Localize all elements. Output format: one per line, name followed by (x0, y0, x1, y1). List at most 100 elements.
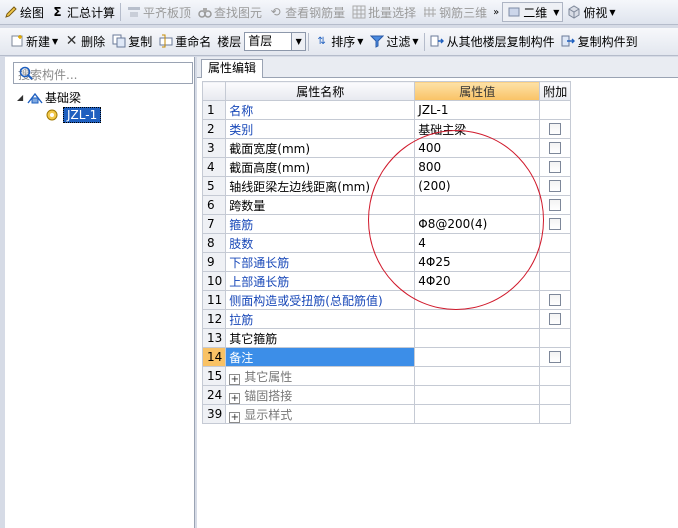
chevron-down-icon: ▼ (357, 37, 364, 46)
tab-bar: 属性编辑 (197, 57, 678, 78)
property-value[interactable] (414, 328, 541, 348)
expand-plus-icon[interactable]: + (229, 392, 241, 404)
floor-select[interactable]: 首层 ▼ (244, 32, 307, 52)
property-value[interactable]: 4 (414, 233, 541, 253)
property-value[interactable]: 800 (414, 157, 541, 177)
grid-header-row: 属性名称 属性值 附加 (201, 81, 572, 101)
view-top-dropdown[interactable]: 俯视 ▼ (563, 1, 618, 23)
copy-button[interactable]: 复制 (108, 31, 155, 53)
property-value[interactable]: 4Φ25 (414, 252, 541, 272)
copy-to-button[interactable]: 复制构件到 (558, 31, 641, 53)
gear-icon (45, 108, 61, 122)
table-row[interactable]: 10 上部通长筋 4Φ20 (201, 271, 572, 291)
row-number: 14 (201, 347, 227, 367)
table-row[interactable]: 11 侧面构造或受扭筋(总配筋值) (201, 290, 572, 310)
chevron-down-icon: ▼ (553, 7, 560, 17)
batch-select-button[interactable]: 批量选择 (348, 1, 419, 23)
sigma-icon: Σ (53, 4, 62, 19)
extra-checkbox-cell (539, 404, 572, 424)
extra-checkbox[interactable] (549, 161, 562, 173)
property-name: 上部通长筋 (225, 271, 416, 291)
property-value[interactable]: (200) (414, 176, 541, 196)
property-value[interactable] (414, 309, 541, 329)
extra-checkbox-cell (539, 233, 572, 253)
property-group: + 其它属性 (225, 366, 416, 386)
chevron-down-icon[interactable]: ▼ (292, 32, 307, 51)
property-name: 箍筋 (225, 214, 416, 234)
extra-checkbox[interactable] (549, 199, 562, 211)
table-row[interactable]: 13 其它箍筋 (201, 328, 572, 348)
property-value[interactable]: JZL-1 (414, 100, 541, 120)
property-value[interactable]: 400 (414, 138, 541, 158)
toolbar-overflow-button[interactable]: » (490, 1, 502, 23)
summary-calc-button[interactable]: Σ 汇总计算 (47, 1, 118, 23)
table-row[interactable]: 3 截面宽度(mm) 400 (201, 138, 572, 158)
sort-icon: ⇅ (317, 36, 326, 47)
table-row-group[interactable]: 15 + 其它属性 (201, 366, 572, 386)
row-number: 24 (201, 385, 227, 405)
property-value[interactable] (414, 195, 541, 215)
column-header-value: 属性值 (414, 81, 541, 101)
property-value[interactable] (414, 290, 541, 310)
table-row-group[interactable]: 39 + 显示样式 (201, 404, 572, 424)
table-row[interactable]: 4 截面高度(mm) 800 (201, 157, 572, 177)
search-icon[interactable] (18, 65, 34, 81)
beam-category-icon (27, 91, 43, 105)
new-button[interactable]: 新建 ▼ (6, 31, 61, 53)
row-number: 3 (201, 138, 227, 158)
table-row[interactable]: 5 轴线距梁左边线距离(mm) (200) (201, 176, 572, 196)
expand-plus-icon[interactable]: + (229, 411, 241, 423)
property-value[interactable]: Φ8@200(4) (414, 214, 541, 234)
filter-icon (369, 34, 385, 49)
extra-checkbox-cell (539, 100, 572, 120)
table-row-selected[interactable]: 14 备注 (201, 347, 572, 367)
extra-checkbox[interactable] (549, 142, 562, 154)
rename-button[interactable]: 重命名 (155, 31, 214, 53)
property-name: 侧面构造或受扭筋(总配筋值) (225, 290, 416, 310)
table-row[interactable]: 6 跨数量 (201, 195, 572, 215)
extra-checkbox[interactable] (549, 313, 562, 325)
find-element-button[interactable]: 查找图元 (194, 1, 265, 23)
extra-checkbox[interactable] (549, 123, 562, 135)
view-rebar-button[interactable]: ⟲ 查看钢筋量 (265, 1, 348, 23)
copy-from-floor-button[interactable]: 从其他楼层复制构件 (427, 31, 558, 53)
rebar-3d-button[interactable]: 钢筋三维 (419, 1, 490, 23)
draw-button[interactable]: 绘图 (0, 1, 47, 23)
grid-corner (201, 81, 227, 101)
property-group: + 锚固搭接 (225, 385, 416, 405)
extra-checkbox-cell (539, 157, 572, 177)
property-name: 类别 (225, 119, 416, 139)
property-value[interactable]: 4Φ20 (414, 271, 541, 291)
property-value[interactable]: 基础主梁 (414, 119, 541, 139)
table-row[interactable]: 9 下部通长筋 4Φ25 (201, 252, 572, 272)
table-row[interactable]: 12 拉筋 (201, 309, 572, 329)
pencil-icon (3, 5, 18, 20)
expand-plus-icon[interactable]: + (229, 373, 241, 385)
table-row[interactable]: 2 类别 基础主梁 (201, 119, 572, 139)
property-value[interactable] (414, 347, 541, 367)
table-row[interactable]: 1 名称 JZL-1 (201, 100, 572, 120)
collapse-triangle-icon[interactable]: ◢ (17, 93, 27, 102)
chevron-down-icon: ▼ (412, 37, 419, 46)
search-input[interactable]: 搜索构件... (13, 62, 193, 84)
table-row[interactable]: 7 箍筋 Φ8@200(4) (201, 214, 572, 234)
extra-checkbox[interactable] (549, 351, 562, 363)
sort-button[interactable]: ⇅ 排序 ▼ (311, 31, 366, 53)
filter-button[interactable]: 过滤 ▼ (366, 31, 421, 53)
table-row-group[interactable]: 24 + 锚固搭接 (201, 385, 572, 405)
tab-property-edit[interactable]: 属性编辑 (201, 59, 264, 78)
tree-node-jzl-1[interactable]: JZL-1 (45, 106, 102, 123)
extra-checkbox[interactable] (549, 294, 562, 306)
extra-checkbox-cell (539, 309, 572, 329)
extra-checkbox[interactable] (549, 180, 562, 192)
extra-checkbox[interactable] (549, 218, 562, 230)
component-tree: ◢ 基础梁 JZL-1 (17, 89, 102, 123)
table-row[interactable]: 8 肢数 4 (201, 233, 572, 253)
delete-button[interactable]: ✕ 删除 (61, 31, 108, 53)
rebar-view-icon: ⟲ (270, 4, 281, 19)
tree-node-foundation-beam[interactable]: ◢ 基础梁 (17, 89, 101, 106)
view-2d-dropdown[interactable]: 二维 ▼ (502, 2, 564, 22)
grid-icon (351, 5, 366, 20)
align-slab-top-button[interactable]: 平齐板顶 (123, 1, 194, 23)
row-number: 1 (201, 100, 227, 120)
